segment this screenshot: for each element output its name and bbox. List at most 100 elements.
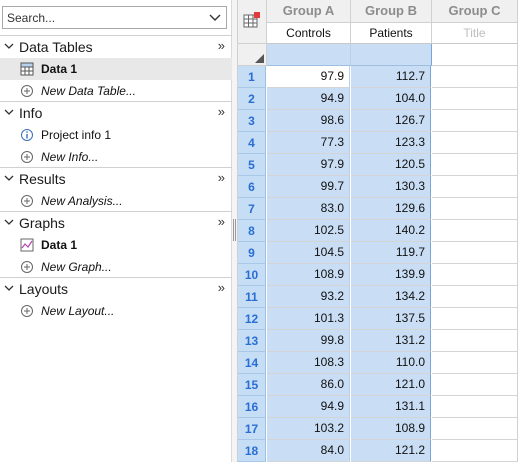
row-number[interactable]: 8: [238, 220, 266, 242]
row-number[interactable]: 18: [238, 440, 266, 462]
section-header-data-tables[interactable]: Data Tables »: [0, 36, 232, 58]
cell-group-a[interactable]: 99.7: [267, 176, 350, 198]
row-number[interactable]: 9: [238, 242, 266, 264]
collapse-caret-icon[interactable]: [4, 107, 14, 117]
nav-item-graph-data-1[interactable]: Data 1: [0, 234, 232, 256]
cell-group-c[interactable]: [432, 176, 518, 198]
cell-group-b[interactable]: 140.2: [351, 220, 431, 242]
nav-item-data-1[interactable]: Data 1: [0, 58, 232, 80]
cell-group-b[interactable]: 130.3: [351, 176, 431, 198]
nav-item-new-data-table[interactable]: New Data Table...: [0, 80, 232, 102]
cell-group-c[interactable]: [432, 220, 518, 242]
nav-item-new-graph[interactable]: New Graph...: [0, 256, 232, 278]
cell-group-b[interactable]: 112.7: [351, 66, 431, 88]
subcolumn-cell-b[interactable]: [351, 44, 432, 66]
row-number[interactable]: 6: [238, 176, 266, 198]
expand-more-icon[interactable]: »: [218, 170, 225, 185]
column-header-group-a[interactable]: Group A: [267, 0, 351, 23]
column-title-patients[interactable]: Patients: [351, 23, 432, 44]
row-number[interactable]: 13: [238, 330, 266, 352]
cell-group-b[interactable]: 120.5: [351, 154, 431, 176]
cell-group-a[interactable]: 97.9: [267, 154, 350, 176]
cell-group-b[interactable]: 131.2: [351, 330, 431, 352]
sheet-corner[interactable]: [238, 0, 267, 44]
cell-group-b[interactable]: 126.7: [351, 110, 431, 132]
row-number[interactable]: 10: [238, 264, 266, 286]
cell-group-c[interactable]: [432, 374, 518, 396]
column-title-controls[interactable]: Controls: [267, 23, 351, 44]
expand-more-icon[interactable]: »: [218, 104, 225, 119]
cell-group-c[interactable]: [432, 286, 518, 308]
row-number[interactable]: 5: [238, 154, 266, 176]
chevron-down-icon[interactable]: [208, 11, 222, 25]
cell-group-a[interactable]: 83.0: [267, 198, 350, 220]
row-number[interactable]: 3: [238, 110, 266, 132]
cell-group-a[interactable]: 101.3: [267, 308, 350, 330]
cell-group-a[interactable]: 108.3: [267, 352, 350, 374]
row-number[interactable]: 4: [238, 132, 266, 154]
cell-group-b[interactable]: 104.0: [351, 88, 431, 110]
nav-item-new-layout[interactable]: New Layout...: [0, 300, 232, 322]
section-header-layouts[interactable]: Layouts »: [0, 278, 232, 300]
collapse-caret-icon[interactable]: [4, 173, 14, 183]
row-number[interactable]: 7: [238, 198, 266, 220]
section-header-graphs[interactable]: Graphs »: [0, 212, 232, 234]
cell-group-a[interactable]: 94.9: [267, 88, 350, 110]
cell-group-a[interactable]: 77.3: [267, 132, 350, 154]
row-number[interactable]: 11: [238, 286, 266, 308]
cell-group-c[interactable]: [432, 110, 518, 132]
nav-item-new-analysis[interactable]: New Analysis...: [0, 190, 232, 212]
cell-group-b[interactable]: 123.3: [351, 132, 431, 154]
row-number[interactable]: 15: [238, 374, 266, 396]
column-title-placeholder[interactable]: Title: [432, 23, 518, 44]
cell-group-b[interactable]: 119.7: [351, 242, 431, 264]
expand-more-icon[interactable]: »: [218, 214, 225, 229]
cell-group-b[interactable]: 139.9: [351, 264, 431, 286]
cell-group-c[interactable]: [432, 352, 518, 374]
search-box[interactable]: [2, 6, 227, 29]
expand-more-icon[interactable]: »: [218, 38, 225, 53]
column-header-group-b[interactable]: Group B: [351, 0, 432, 23]
cell-group-c[interactable]: [432, 88, 518, 110]
nav-item-new-info[interactable]: New Info...: [0, 146, 232, 168]
row-number[interactable]: 14: [238, 352, 266, 374]
cell-group-b[interactable]: 137.5: [351, 308, 431, 330]
cell-group-c[interactable]: [432, 308, 518, 330]
nav-item-project-info-1[interactable]: Project info 1: [0, 124, 232, 146]
cell-group-c[interactable]: [432, 154, 518, 176]
cell-group-a[interactable]: 97.9: [267, 66, 350, 88]
cell-group-b[interactable]: 131.1: [351, 396, 431, 418]
cell-group-a[interactable]: 108.9: [267, 264, 350, 286]
row-number[interactable]: 16: [238, 396, 266, 418]
row-number[interactable]: 2: [238, 88, 266, 110]
cell-group-c[interactable]: [432, 198, 518, 220]
cell-group-b[interactable]: 129.6: [351, 198, 431, 220]
cell-group-c[interactable]: [432, 132, 518, 154]
row-number[interactable]: 17: [238, 418, 266, 440]
column-header-group-c[interactable]: Group C: [432, 0, 518, 23]
search-input[interactable]: [3, 7, 198, 28]
section-header-info[interactable]: Info »: [0, 102, 232, 124]
cell-group-c[interactable]: [432, 418, 518, 440]
cell-group-a[interactable]: 94.9: [267, 396, 350, 418]
cell-group-a[interactable]: 99.8: [267, 330, 350, 352]
cell-group-a[interactable]: 84.0: [267, 440, 350, 462]
cell-group-c[interactable]: [432, 440, 518, 462]
cell-group-c[interactable]: [432, 396, 518, 418]
row-number[interactable]: 12: [238, 308, 266, 330]
cell-group-b[interactable]: 134.2: [351, 286, 431, 308]
cell-group-c[interactable]: [432, 330, 518, 352]
cell-group-c[interactable]: [432, 66, 518, 88]
cell-group-a[interactable]: 102.5: [267, 220, 350, 242]
row-number[interactable]: 1: [238, 66, 266, 88]
cell-group-a[interactable]: 103.2: [267, 418, 350, 440]
cell-group-b[interactable]: 121.0: [351, 374, 431, 396]
cell-group-b[interactable]: 108.9: [351, 418, 431, 440]
cell-group-a[interactable]: 104.5: [267, 242, 350, 264]
cell-group-b[interactable]: 121.2: [351, 440, 431, 462]
expand-more-icon[interactable]: »: [218, 280, 225, 295]
cell-group-a[interactable]: 98.6: [267, 110, 350, 132]
splitter-grip-icon[interactable]: [233, 219, 236, 241]
cell-group-a[interactable]: 86.0: [267, 374, 350, 396]
section-header-results[interactable]: Results »: [0, 168, 232, 190]
